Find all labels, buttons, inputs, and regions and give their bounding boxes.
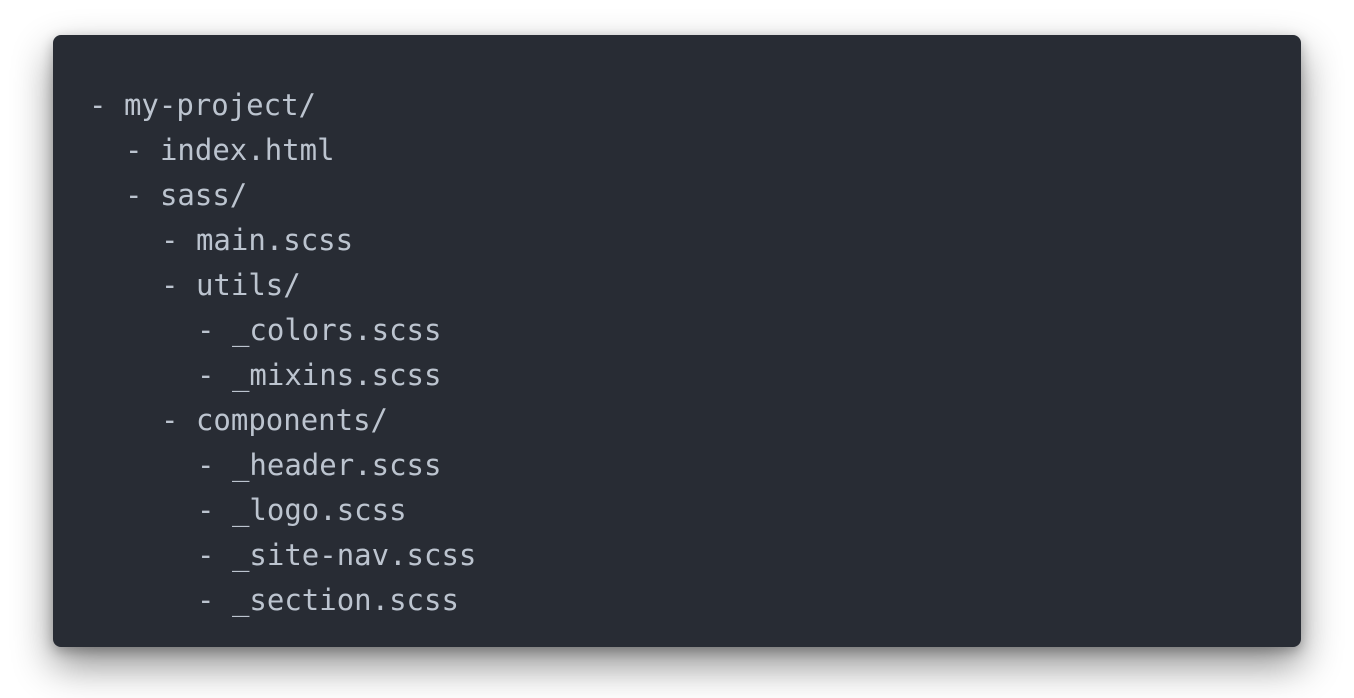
tree-dash: - xyxy=(197,538,215,572)
tree-item-file: - _header.scss xyxy=(89,443,1301,488)
tree-item-label: _section.scss xyxy=(231,583,459,617)
tree-item-file: - _mixins.scss xyxy=(89,353,1301,398)
tree-dash: - xyxy=(125,133,143,167)
tree-item-file: - index.html xyxy=(89,128,1301,173)
file-tree: - my-project/ - index.html - sass/ - mai… xyxy=(89,88,1301,645)
tree-item-label: _header.scss xyxy=(231,448,442,482)
tree-item-folder: - utils/ xyxy=(89,263,1301,308)
tree-item-folder: - sass/ xyxy=(89,173,1301,218)
tree-item-folder: - my-project/ xyxy=(89,83,1301,128)
tree-item-file: - _colors.scss xyxy=(89,308,1301,353)
tree-dash: - xyxy=(197,358,215,392)
tree-dash: - xyxy=(161,268,179,302)
tree-dash: - xyxy=(197,583,215,617)
tree-item-file: - main.scss xyxy=(89,218,1301,263)
tree-dash: - xyxy=(197,493,215,527)
tree-item-label: index.html xyxy=(159,133,335,167)
tree-dash: - xyxy=(89,88,107,122)
tree-item-file: - _site-nav.scss xyxy=(89,533,1301,578)
tree-dash: - xyxy=(161,223,179,257)
tree-item-label: utils/ xyxy=(195,268,301,302)
tree-item-folder: - components/ xyxy=(89,398,1301,443)
tree-dash: - xyxy=(125,178,143,212)
tree-item-label: components/ xyxy=(195,403,388,437)
tree-item-label: main.scss xyxy=(195,223,354,257)
tree-item-label: _logo.scss xyxy=(231,493,407,527)
tree-item-file: - _logo.scss xyxy=(89,488,1301,533)
tree-item-file: - _section.scss xyxy=(89,578,1301,623)
tree-dash: - xyxy=(161,403,179,437)
tree-item-label: _site-nav.scss xyxy=(231,538,477,572)
code-block: - my-project/ - index.html - sass/ - mai… xyxy=(53,35,1301,647)
tree-dash: - xyxy=(197,448,215,482)
tree-item-label: my-project/ xyxy=(123,88,316,122)
tree-item-label: _colors.scss xyxy=(231,313,442,347)
tree-item-label: sass/ xyxy=(159,178,248,212)
tree-dash: - xyxy=(197,313,215,347)
tree-item-label: _mixins.scss xyxy=(231,358,442,392)
